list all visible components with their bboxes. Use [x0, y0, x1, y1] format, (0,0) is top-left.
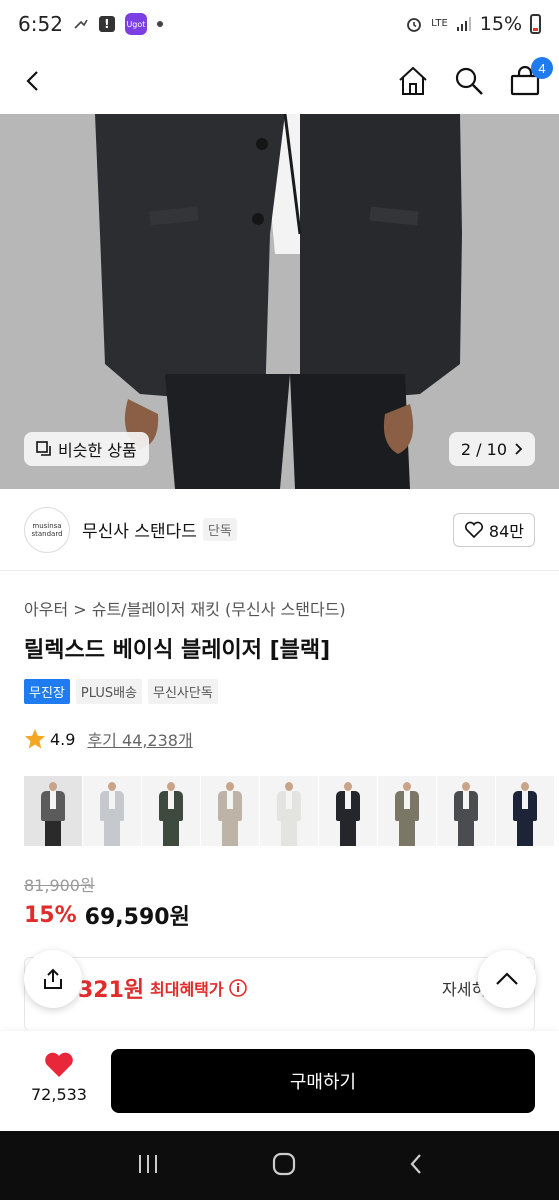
back-nav-icon: [410, 1153, 421, 1174]
back-nav-button[interactable]: [408, 1152, 424, 1180]
heart-outline-icon: [464, 521, 483, 538]
brand-logo[interactable]: musinsa standard: [24, 506, 70, 553]
brand-like-button[interactable]: 84만: [452, 512, 535, 547]
cart-button[interactable]: 4: [507, 57, 553, 99]
info-icon[interactable]: [228, 978, 248, 998]
share-icon: [44, 968, 62, 989]
swatch-model-figure: [392, 780, 422, 846]
rating-score: 4.9: [50, 729, 76, 749]
home-nav-icon: [272, 1152, 295, 1175]
home-nav-button[interactable]: [271, 1151, 297, 1181]
search-button[interactable]: [451, 63, 487, 99]
recent-apps-icon: [138, 1154, 157, 1173]
swatch-model-figure: [215, 780, 245, 846]
similar-products-label: 비슷한 상품: [58, 441, 137, 460]
badge-plus-delivery: PLUS배송: [75, 679, 143, 704]
more-notifications-dot: [156, 21, 163, 27]
brand-like-count: 84만: [488, 521, 524, 541]
similar-products-button[interactable]: 비슷한 상품: [24, 432, 149, 466]
color-swatch[interactable]: [437, 776, 496, 846]
heart-filled-icon: [45, 1052, 73, 1077]
purchase-bar: 72,533 구매하기: [0, 1031, 559, 1131]
buy-button[interactable]: 구매하기: [111, 1049, 535, 1113]
status-time: 6:52: [18, 12, 63, 36]
image-pager[interactable]: 2 / 10: [448, 432, 535, 466]
color-swatches: [24, 776, 555, 846]
search-icon: [455, 67, 483, 95]
cart-count-badge: 4: [531, 57, 553, 79]
swatch-model-figure: [451, 780, 481, 846]
app-header: 4: [0, 48, 559, 114]
back-button[interactable]: [16, 63, 52, 99]
color-swatch[interactable]: [142, 776, 201, 846]
alert-icon: !: [98, 16, 115, 32]
battery-percent: 15%: [479, 13, 522, 35]
product-image-carousel[interactable]: 비슷한 상품 2 / 10: [0, 114, 559, 489]
similar-items-icon: [36, 441, 51, 456]
max-benefit-label: 최대혜택가: [150, 976, 248, 1000]
chevron-right-icon: [515, 443, 523, 455]
swatch-model-figure: [156, 780, 186, 846]
share-button[interactable]: [24, 950, 82, 1008]
review-count-link[interactable]: 후기 44,238개: [87, 727, 192, 751]
color-swatch[interactable]: [496, 776, 555, 846]
brand-exclusive-tag: 단독: [202, 518, 237, 541]
swatch-model-figure: [97, 780, 127, 846]
home-icon: [399, 66, 427, 95]
chevron-up-icon: [496, 972, 518, 985]
network-type: LTE: [431, 18, 448, 29]
battery-icon: [530, 14, 541, 34]
category-breadcrumb[interactable]: 아우터 > 슈트/블레이저 재킷 (무신사 스탠다드): [24, 596, 346, 620]
recent-apps-button[interactable]: [136, 1153, 160, 1179]
discount-rate: 15%: [24, 902, 77, 928]
scroll-to-top-button[interactable]: [478, 950, 536, 1008]
status-bar: 6:52 ! Ugot LTE 15%: [0, 0, 559, 48]
color-swatch[interactable]: [378, 776, 437, 846]
sale-price: 69,590원: [84, 905, 190, 930]
badge-exclusive: 무신사단독: [148, 679, 218, 704]
swatch-model-figure: [274, 780, 304, 846]
color-swatch[interactable]: [24, 776, 83, 846]
color-swatch[interactable]: [201, 776, 260, 846]
system-nav-bar: [0, 1131, 559, 1200]
app-notification-icon: Ugot: [124, 13, 147, 35]
wishlist-button[interactable]: 72,533: [22, 1051, 96, 1104]
color-swatch[interactable]: [83, 776, 142, 846]
swatch-model-figure: [38, 780, 68, 846]
star-icon: [25, 729, 45, 749]
product-title: 릴렉스드 베이식 블레이저 [블랙]: [24, 638, 331, 663]
swatch-model-figure: [510, 780, 540, 846]
alarm-icon: [405, 15, 423, 33]
rating-row[interactable]: 4.9 후기 44,238개: [24, 727, 193, 751]
original-price: 81,900원: [24, 876, 95, 895]
signal-icon: [456, 16, 472, 32]
brand-row[interactable]: musinsa standard 무신사 스탠다드 단독 84만: [0, 489, 559, 571]
color-swatch[interactable]: [260, 776, 319, 846]
wishlist-count: 72,533: [31, 1085, 87, 1104]
max-benefit-price: 321원: [78, 978, 145, 1003]
color-swatch[interactable]: [319, 776, 378, 846]
missed-call-icon: [73, 16, 89, 32]
swatch-model-figure: [333, 780, 363, 846]
product-badges: 무진장 PLUS배송 무신사단독: [24, 679, 218, 704]
badge-mujinjang: 무진장: [24, 679, 70, 704]
home-button[interactable]: [395, 63, 431, 99]
image-pager-count: 2 / 10: [460, 439, 507, 459]
back-arrow-icon: [26, 71, 38, 91]
price-row: 15% 69,590원: [24, 899, 190, 931]
brand-name[interactable]: 무신사 스탠다드: [82, 517, 197, 542]
